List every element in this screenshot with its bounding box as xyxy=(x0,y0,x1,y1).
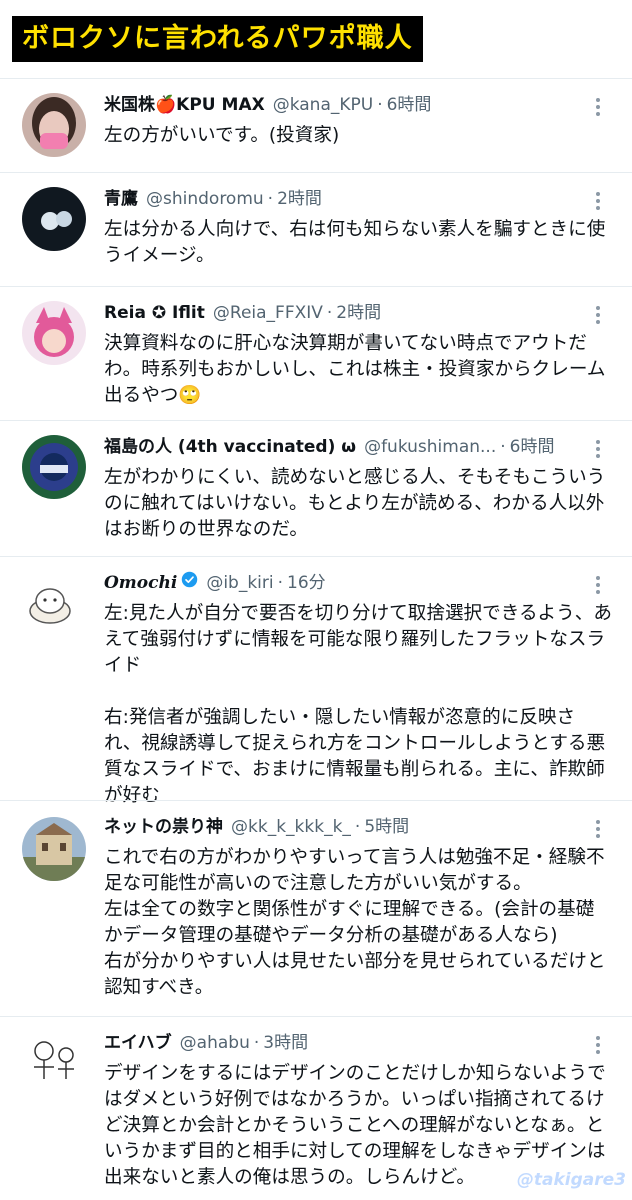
watermark: @takigare3 xyxy=(516,1170,626,1190)
more-options-icon[interactable] xyxy=(588,573,608,597)
tweet-text: 左がわかりにくい、読めないと感じる人、そもそもこういうのに触れてはいけない。もと… xyxy=(104,467,606,540)
user-handle[interactable]: @Reia_FFXIV xyxy=(213,301,323,325)
display-name[interactable]: エイハブ xyxy=(104,1031,172,1055)
more-options-icon[interactable] xyxy=(588,1033,608,1057)
user-handle[interactable]: @shindoromu xyxy=(146,187,264,211)
timestamp[interactable]: 2時間 xyxy=(336,301,381,325)
reply-tweet[interactable]: 福島の人 (4th vaccinated) ω @fukushiman... ·… xyxy=(0,420,632,556)
reply-tweet[interactable]: Omochi @ib_kiri · 16分 左:見た人が自分で要否を切り分けて取… xyxy=(0,556,632,806)
separator: · xyxy=(277,573,284,593)
user-handle[interactable]: @ahabu xyxy=(180,1031,250,1055)
tweet-text: 決算資料なのに肝心な決算期が書いてない時点でアウトだわ。時系列もおかしいし、これ… xyxy=(104,333,606,406)
separator: · xyxy=(354,817,361,837)
user-handle[interactable]: @kk_k_kkk_k_ xyxy=(231,815,351,839)
timestamp[interactable]: 6時間 xyxy=(387,93,432,117)
timestamp[interactable]: 6時間 xyxy=(510,435,555,459)
timestamp[interactable]: 2時間 xyxy=(277,187,322,211)
avatar[interactable] xyxy=(22,301,86,365)
separator: · xyxy=(500,437,506,457)
separator: · xyxy=(267,189,274,209)
display-name[interactable]: 福島の人 (4th vaccinated) ω xyxy=(104,435,356,459)
reply-tweet[interactable]: 米国株🍎KPU MAX @kana_KPU · 6時間 左の方がいいです。(投資… xyxy=(0,78,632,172)
tweet-text: これで右の方がわかりやすいって言う人は勉強不足・経験不足な可能性が高いので注意し… xyxy=(104,847,606,998)
more-options-icon[interactable] xyxy=(588,303,608,327)
display-name[interactable]: Omochi xyxy=(104,571,177,595)
timestamp[interactable]: 5時間 xyxy=(364,815,409,839)
reply-tweet[interactable]: ネットの祟り神 @kk_k_kkk_k_ · 5時間 これで右の方がわかりやすい… xyxy=(0,800,632,1016)
user-handle[interactable]: @kana_KPU xyxy=(273,93,374,117)
avatar[interactable] xyxy=(22,571,86,635)
separator: · xyxy=(253,1033,260,1053)
display-name[interactable]: 青鷹 xyxy=(104,187,138,211)
avatar[interactable] xyxy=(22,817,86,881)
tweet-text: 左は分かる人向けで、右は何も知らない素人を騙すときに使うイメージ。 xyxy=(104,219,606,266)
more-options-icon[interactable] xyxy=(588,95,608,119)
display-name[interactable]: 米国株🍎KPU MAX xyxy=(104,93,265,117)
tweet-text: 左:見た人が自分で要否を切り分けて取捨選択できるよう、あえて強弱付けずに情報を可… xyxy=(104,603,612,806)
timestamp[interactable]: 16分 xyxy=(287,571,326,595)
user-handle[interactable]: @ib_kiri xyxy=(206,571,273,595)
reply-tweet[interactable]: Reia ✪ Iflit @Reia_FFXIV · 2時間 決算資料なのに肝心… xyxy=(0,286,632,420)
avatar[interactable] xyxy=(22,435,86,499)
reply-tweet[interactable]: 青鷹 @shindoromu · 2時間 左は分かる人向けで、右は何も知らない素… xyxy=(0,172,632,286)
user-handle[interactable]: @fukushiman... xyxy=(364,435,496,459)
separator: · xyxy=(377,95,383,115)
more-options-icon[interactable] xyxy=(588,189,608,213)
avatar[interactable] xyxy=(22,1031,86,1095)
banner: ボロクソに言われるパワポ職人 xyxy=(0,0,632,78)
timestamp[interactable]: 3時間 xyxy=(263,1031,308,1055)
display-name[interactable]: Reia ✪ Iflit xyxy=(104,301,205,325)
separator: · xyxy=(326,303,333,323)
more-options-icon[interactable] xyxy=(588,437,608,461)
more-options-icon[interactable] xyxy=(588,817,608,841)
verified-badge-icon xyxy=(182,571,198,588)
display-name[interactable]: ネットの祟り神 xyxy=(104,815,223,839)
avatar[interactable] xyxy=(22,93,86,157)
banner-title: ボロクソに言われるパワポ職人 xyxy=(12,16,423,62)
tweet-text: 左の方がいいです。(投資家) xyxy=(104,125,340,146)
avatar[interactable] xyxy=(22,187,86,251)
